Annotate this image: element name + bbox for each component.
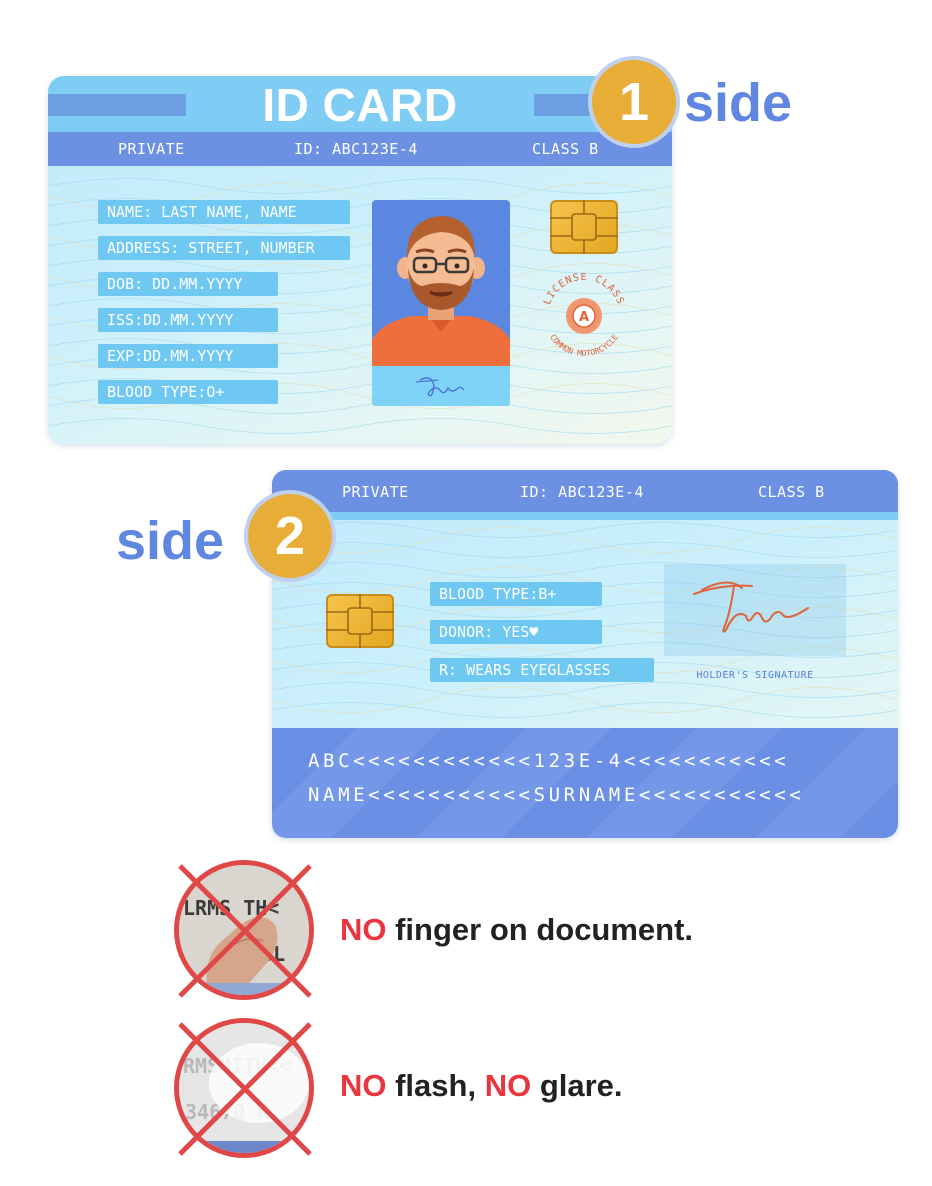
prohibited-x-icon (178, 1022, 312, 1156)
id-card-back: PRIVATE ID: ABC123E-4 CLASS B BLOOD TYPE… (272, 470, 898, 838)
stamp-letter: A (579, 310, 589, 325)
header-accent-band (272, 512, 898, 520)
field-issued: ISS:DD.MM.YYYY (98, 308, 278, 332)
photo-signature-strip (372, 366, 510, 406)
header-band: PRIVATE ID: ABC123E-4 CLASS B (272, 470, 898, 512)
header-private: PRIVATE (118, 140, 185, 158)
signature-box (664, 564, 846, 656)
header-band: PRIVATE ID: ABC123E-4 CLASS B (48, 132, 672, 166)
signature-caption: HOLDER'S SIGNATURE (696, 670, 814, 681)
id-card-front: ID CARD PRIVATE ID: ABC123E-4 CLASS B NA… (48, 76, 672, 444)
side-1-label: side (684, 73, 793, 133)
header-id: ID: ABC123E-4 (520, 483, 644, 501)
chip-icon (326, 594, 394, 648)
header-class: CLASS B (532, 140, 599, 158)
chip-icon (550, 200, 618, 254)
signature-icon (415, 377, 465, 397)
field-dob: DOB: DD.MM.YYYY (98, 272, 278, 296)
mrz-zone: ABC<<<<<<<<<<<<123E-4<<<<<<<<<<< NAME<<<… (272, 728, 898, 838)
finger-warning-text: NO finger on document. (340, 912, 694, 947)
side-2-label: side (116, 511, 225, 571)
side-2-badge: 2 (244, 490, 336, 582)
license-class-stamp: A LICENSE CLASS COMMON MOTORCYCLE (534, 266, 634, 366)
avatar (372, 216, 510, 366)
header-private: PRIVATE (342, 483, 409, 501)
title-band: ID CARD (48, 76, 672, 132)
mrz-line-2: NAME<<<<<<<<<<<SURNAME<<<<<<<<<<< (308, 784, 805, 806)
field-expiry: EXP:DD.MM.YYYY (98, 344, 278, 368)
field-address: ADDRESS: STREET, NUMBER (98, 236, 350, 260)
glare-warning-text: NO flash, NO glare. (340, 1068, 623, 1103)
header-id: ID: ABC123E-4 (294, 140, 418, 158)
field-restrictions: R: WEARS EYEGLASSES (430, 658, 654, 682)
side-1-badge: 1 (588, 56, 680, 148)
stamp-bottom-text: COMMON MOTORCYCLE (548, 333, 620, 358)
prohibited-x-icon (178, 864, 312, 998)
header-class: CLASS B (758, 483, 825, 501)
field-blood-type: BLOOD TYPE:B+ (430, 582, 602, 606)
mrz-line-1: ABC<<<<<<<<<<<<123E-4<<<<<<<<<<< (308, 750, 790, 772)
field-name: NAME: LAST NAME, NAME (98, 200, 350, 224)
field-donor: DONOR: YES♥ (430, 620, 602, 644)
card-title: ID CARD (262, 79, 458, 131)
holder-photo (372, 200, 510, 406)
holder-signature-icon (693, 581, 809, 633)
field-blood-type: BLOOD TYPE:O+ (98, 380, 278, 404)
